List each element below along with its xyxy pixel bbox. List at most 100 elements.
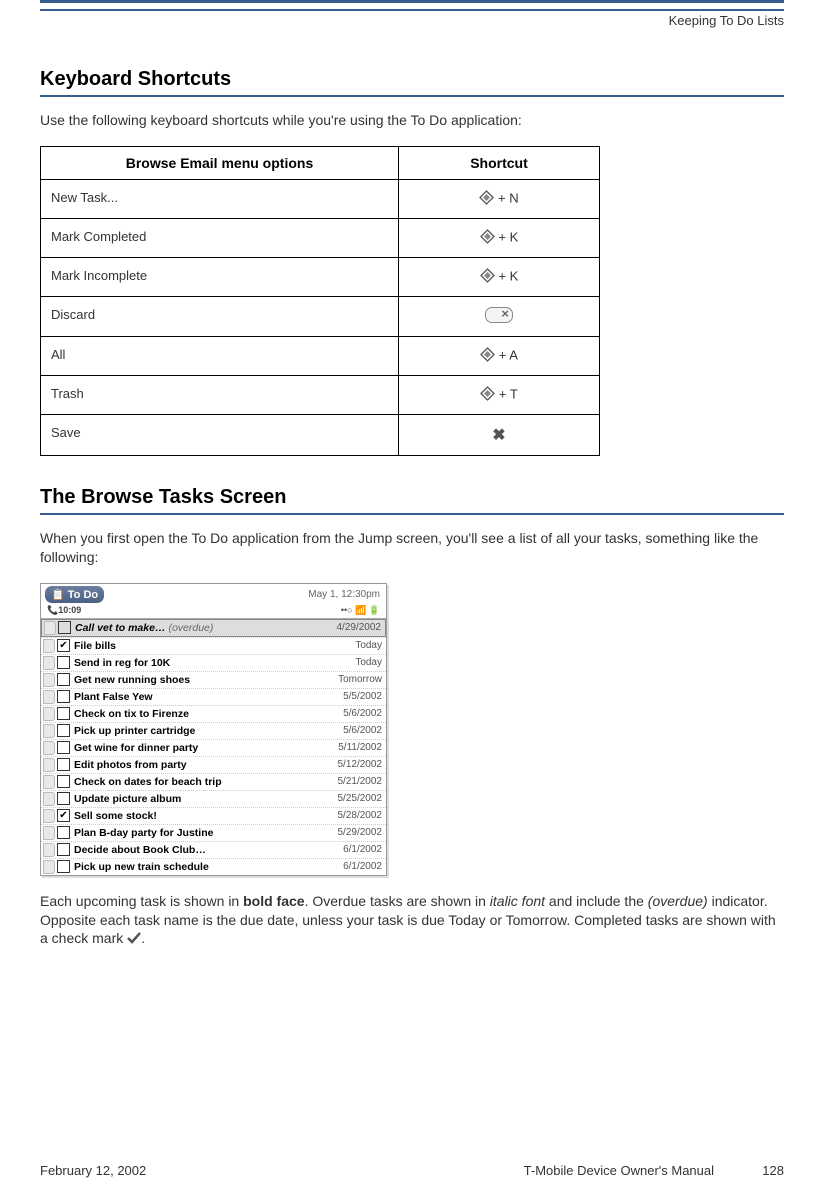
task-row[interactable]: Plant False Yew5/5/2002 — [41, 688, 386, 705]
browse-description: Each upcoming task is shown in bold face… — [40, 892, 784, 950]
task-row[interactable]: Decide about Book Club…6/1/2002 — [41, 841, 386, 858]
option-label: Mark Completed — [41, 218, 399, 257]
task-date: 5/5/2002 — [320, 691, 382, 702]
task-title: File bills — [74, 640, 320, 652]
task-checkbox[interactable] — [57, 758, 70, 771]
task-title: Check on tix to Firenze — [74, 708, 320, 720]
table-row: Discard — [41, 296, 600, 336]
row-handle-icon — [43, 724, 55, 738]
task-title: Update picture album — [74, 793, 320, 805]
task-row[interactable]: Send in reg for 10KToday — [41, 654, 386, 671]
col-header-shortcut: Shortcut — [399, 146, 600, 179]
shortcut-cell — [399, 296, 600, 336]
row-handle-icon — [43, 860, 55, 874]
task-checkbox[interactable] — [57, 843, 70, 856]
row-handle-icon — [43, 690, 55, 704]
task-title: Plant False Yew — [74, 691, 320, 703]
task-date: 5/21/2002 — [320, 776, 382, 787]
save-icon: ✖ — [492, 427, 505, 444]
task-row[interactable]: Pick up printer cartridge5/6/2002 — [41, 722, 386, 739]
option-label: Mark Incomplete — [41, 257, 399, 296]
task-date: 5/29/2002 — [320, 827, 382, 838]
row-handle-icon — [43, 639, 55, 653]
row-handle-icon — [44, 621, 56, 635]
browse-intro: When you first open the To Do applicatio… — [40, 529, 784, 567]
footer-manual: T-Mobile Device Owner's Manual — [377, 1163, 744, 1178]
shortcut-cell: + N — [399, 179, 600, 218]
task-title: Pick up new train schedule — [74, 861, 320, 873]
row-handle-icon — [43, 707, 55, 721]
row-handle-icon — [43, 758, 55, 772]
task-row[interactable]: Plan B-day party for Justine5/29/2002 — [41, 824, 386, 841]
task-row[interactable]: ✔ File billsToday — [41, 637, 386, 654]
task-checkbox[interactable]: ✔ — [57, 809, 70, 822]
row-handle-icon — [43, 741, 55, 755]
task-row[interactable]: Get new running shoesTomorrow — [41, 671, 386, 688]
task-title: Send in reg for 10K — [74, 657, 320, 669]
footer-page: 128 — [744, 1163, 784, 1178]
section-keyboard-shortcuts: Keyboard Shortcuts — [40, 68, 784, 97]
task-checkbox[interactable] — [57, 656, 70, 669]
option-label: Save — [41, 414, 399, 455]
menu-key-icon — [480, 386, 495, 404]
row-handle-icon — [43, 792, 55, 806]
footer-date: February 12, 2002 — [40, 1163, 377, 1178]
table-row: Mark Incomplete + K — [41, 257, 600, 296]
task-row[interactable]: Pick up new train schedule6/1/2002 — [41, 858, 386, 875]
shortcut-cell: + K — [399, 257, 600, 296]
checkmark-icon — [127, 930, 141, 949]
shortcut-cell: ✖ — [399, 414, 600, 455]
task-title: Plan B-day party for Justine — [74, 827, 320, 839]
task-date: Tomorrow — [320, 674, 382, 685]
task-date: 4/29/2002 — [319, 622, 381, 633]
section-browse-tasks: The Browse Tasks Screen — [40, 486, 784, 515]
discard-icon — [485, 307, 513, 323]
task-row[interactable]: Call vet to make…(overdue)4/29/2002 — [41, 619, 386, 637]
task-date: Today — [320, 640, 382, 651]
task-row[interactable]: Get wine for dinner party5/11/2002 — [41, 739, 386, 756]
task-checkbox[interactable]: ✔ — [57, 639, 70, 652]
task-title: Pick up printer cartridge — [74, 725, 320, 737]
task-checkbox[interactable] — [57, 690, 70, 703]
shortcut-cell: + T — [399, 375, 600, 414]
menu-key-icon — [480, 229, 495, 247]
task-checkbox[interactable] — [57, 741, 70, 754]
menu-key-icon — [479, 190, 494, 208]
task-row[interactable]: Check on tix to Firenze5/6/2002 — [41, 705, 386, 722]
signal-battery-icons: ••○ 📶 🔋 — [341, 605, 380, 616]
task-row[interactable]: Edit photos from party5/12/2002 — [41, 756, 386, 773]
page-footer: February 12, 2002 T-Mobile Device Owner'… — [40, 1163, 784, 1178]
task-checkbox[interactable] — [58, 621, 71, 634]
task-title: Sell some stock! — [74, 810, 320, 822]
task-checkbox[interactable] — [57, 775, 70, 788]
task-checkbox[interactable] — [57, 724, 70, 737]
task-title: Get new running shoes — [74, 674, 320, 686]
col-header-options: Browse Email menu options — [41, 146, 399, 179]
task-row[interactable]: ✔ Sell some stock!5/28/2002 — [41, 807, 386, 824]
menu-key-icon — [480, 347, 495, 365]
task-title: Get wine for dinner party — [74, 742, 320, 754]
task-checkbox[interactable] — [57, 707, 70, 720]
task-checkbox[interactable] — [57, 826, 70, 839]
task-checkbox[interactable] — [57, 673, 70, 686]
shortcuts-table: Browse Email menu options Shortcut New T… — [40, 146, 600, 456]
table-row: Mark Completed + K — [41, 218, 600, 257]
task-row[interactable]: Update picture album5/25/2002 — [41, 790, 386, 807]
row-handle-icon — [43, 673, 55, 687]
option-label: Discard — [41, 296, 399, 336]
device-screenshot: 📋 To Do May 1, 12:30pm 📞10:09 ••○ 📶 🔋 Ca… — [40, 583, 387, 876]
row-handle-icon — [43, 843, 55, 857]
menu-key-icon — [480, 268, 495, 286]
task-checkbox[interactable] — [57, 792, 70, 805]
task-date: 5/28/2002 — [320, 810, 382, 821]
row-handle-icon — [43, 775, 55, 789]
task-checkbox[interactable] — [57, 860, 70, 873]
task-row[interactable]: Check on dates for beach trip5/21/2002 — [41, 773, 386, 790]
table-row: Save ✖ — [41, 414, 600, 455]
option-label: Trash — [41, 375, 399, 414]
task-title: Check on dates for beach trip — [74, 776, 320, 788]
task-date: 5/6/2002 — [320, 725, 382, 736]
device-time: 10:09 — [58, 605, 81, 615]
option-label: New Task... — [41, 179, 399, 218]
task-date: 5/25/2002 — [320, 793, 382, 804]
